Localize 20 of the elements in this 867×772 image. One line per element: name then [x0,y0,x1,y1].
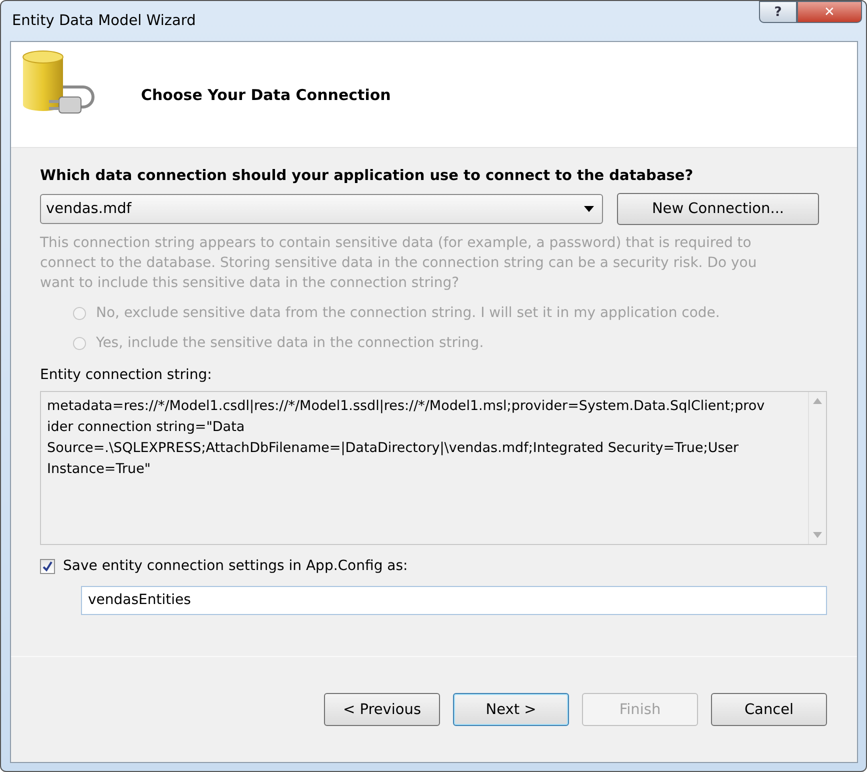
checkbox[interactable] [40,558,55,574]
scroll-up-icon[interactable] [813,398,822,404]
sensitive-data-note: This connection string appears to contain sensitive data (for example, a password) that is required to connect to the database. Storing sensitive data in the connection string can be a security risk. Do you want to include this sensitive data in the connection string? [40,234,758,293]
question-label: Which data connection should your application use to connect to the database? [40,168,694,184]
radio-label: Yes, include the sensitive data in the connection string. [96,335,484,351]
save-settings-label: Save entity connection settings in App.Config as: [63,558,408,574]
scroll-down-icon[interactable] [813,532,822,538]
wizard-button[interactable]: Cancel [711,693,827,726]
wizard-button[interactable]: < Previous [324,693,440,726]
connection-dropdown[interactable]: vendas.mdf [40,194,603,224]
entity-string-label: Entity connection string: [40,367,213,383]
page-title: Choose Your Data Connection [141,86,391,104]
connection-string-box[interactable]: metadata=res://*/Model1.csdl|res://*/Model1.ssdl|res://*/Model1.msl;provider=System.Data.SqlClient;provider connection string="Data Source=.\SQLEXPRESS;AttachDbFilename=|DataDirectory|\vendas.mdf;Integrated Security=True;User Instance=True" [40,391,827,545]
new-connection-button[interactable]: New Connection... [617,193,819,225]
radio-label: No, exclude sensitive data from the connection string. I will set it in my application code. [96,305,720,321]
wizard-button[interactable]: Next > [453,693,569,726]
entities-name-field[interactable]: vendasEntities [81,586,827,615]
help-button[interactable]: ? [759,1,797,23]
dropdown-arrow-icon [584,206,594,212]
window-title: Entity Data Model Wizard [12,13,196,29]
